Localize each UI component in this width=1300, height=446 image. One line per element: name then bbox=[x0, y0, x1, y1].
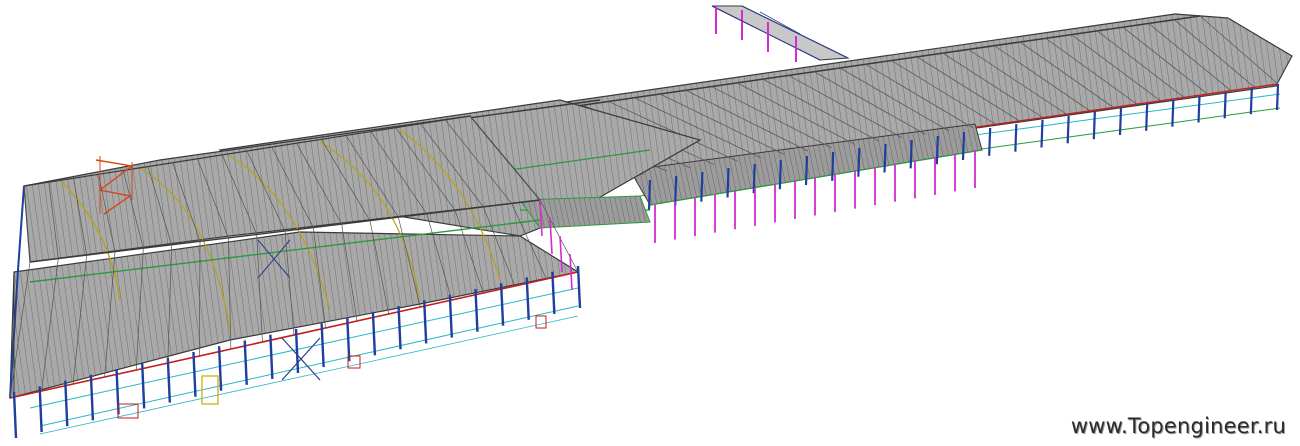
frame-member bbox=[1118, 107, 1123, 136]
frame-member bbox=[140, 363, 146, 409]
frame-member bbox=[1197, 95, 1201, 123]
frame-member bbox=[1066, 115, 1070, 144]
frame-member bbox=[1223, 91, 1227, 119]
frame-member bbox=[448, 294, 454, 338]
frame-member bbox=[674, 175, 678, 206]
frame-member bbox=[935, 135, 939, 165]
frame-member bbox=[346, 317, 351, 362]
frame-member bbox=[422, 300, 428, 344]
frame-member bbox=[397, 306, 402, 350]
frame-member bbox=[294, 328, 300, 374]
frame-member bbox=[1014, 123, 1018, 152]
frame-member bbox=[576, 265, 582, 309]
frame-member bbox=[474, 288, 479, 332]
watermark-text: www.Topengineer.ru bbox=[1070, 414, 1286, 438]
frame-member bbox=[12, 391, 18, 439]
frame-member bbox=[1040, 119, 1044, 148]
conveyor-gallery bbox=[711, 5, 850, 62]
frame-member bbox=[961, 131, 966, 161]
frame-member bbox=[647, 179, 652, 211]
frame-member bbox=[1092, 111, 1096, 140]
steel-structure-3d-model bbox=[9, 5, 1293, 439]
frame-member bbox=[700, 171, 704, 202]
frame-member bbox=[804, 155, 809, 186]
frame-member bbox=[988, 127, 992, 156]
frame-member bbox=[1171, 99, 1175, 127]
frame-member bbox=[1145, 103, 1149, 131]
main-hall bbox=[9, 115, 580, 435]
frame-member bbox=[778, 159, 782, 190]
frame-member bbox=[857, 147, 861, 177]
frame-member bbox=[269, 334, 274, 379]
frame-member bbox=[883, 143, 887, 173]
frame-member bbox=[1275, 83, 1280, 111]
frame-member bbox=[192, 351, 197, 397]
frame-member bbox=[217, 346, 223, 391]
frame-member bbox=[38, 386, 43, 433]
frame-member bbox=[166, 357, 172, 403]
frame-member bbox=[831, 151, 835, 181]
frame-member bbox=[909, 139, 913, 169]
frame-member bbox=[371, 311, 377, 356]
frame-member bbox=[64, 380, 69, 427]
frame-member bbox=[320, 323, 325, 368]
frame-member bbox=[726, 167, 730, 198]
frame-member bbox=[499, 283, 505, 326]
frame-member bbox=[243, 340, 248, 385]
frame-member bbox=[1249, 87, 1253, 115]
frame-member bbox=[89, 374, 95, 421]
